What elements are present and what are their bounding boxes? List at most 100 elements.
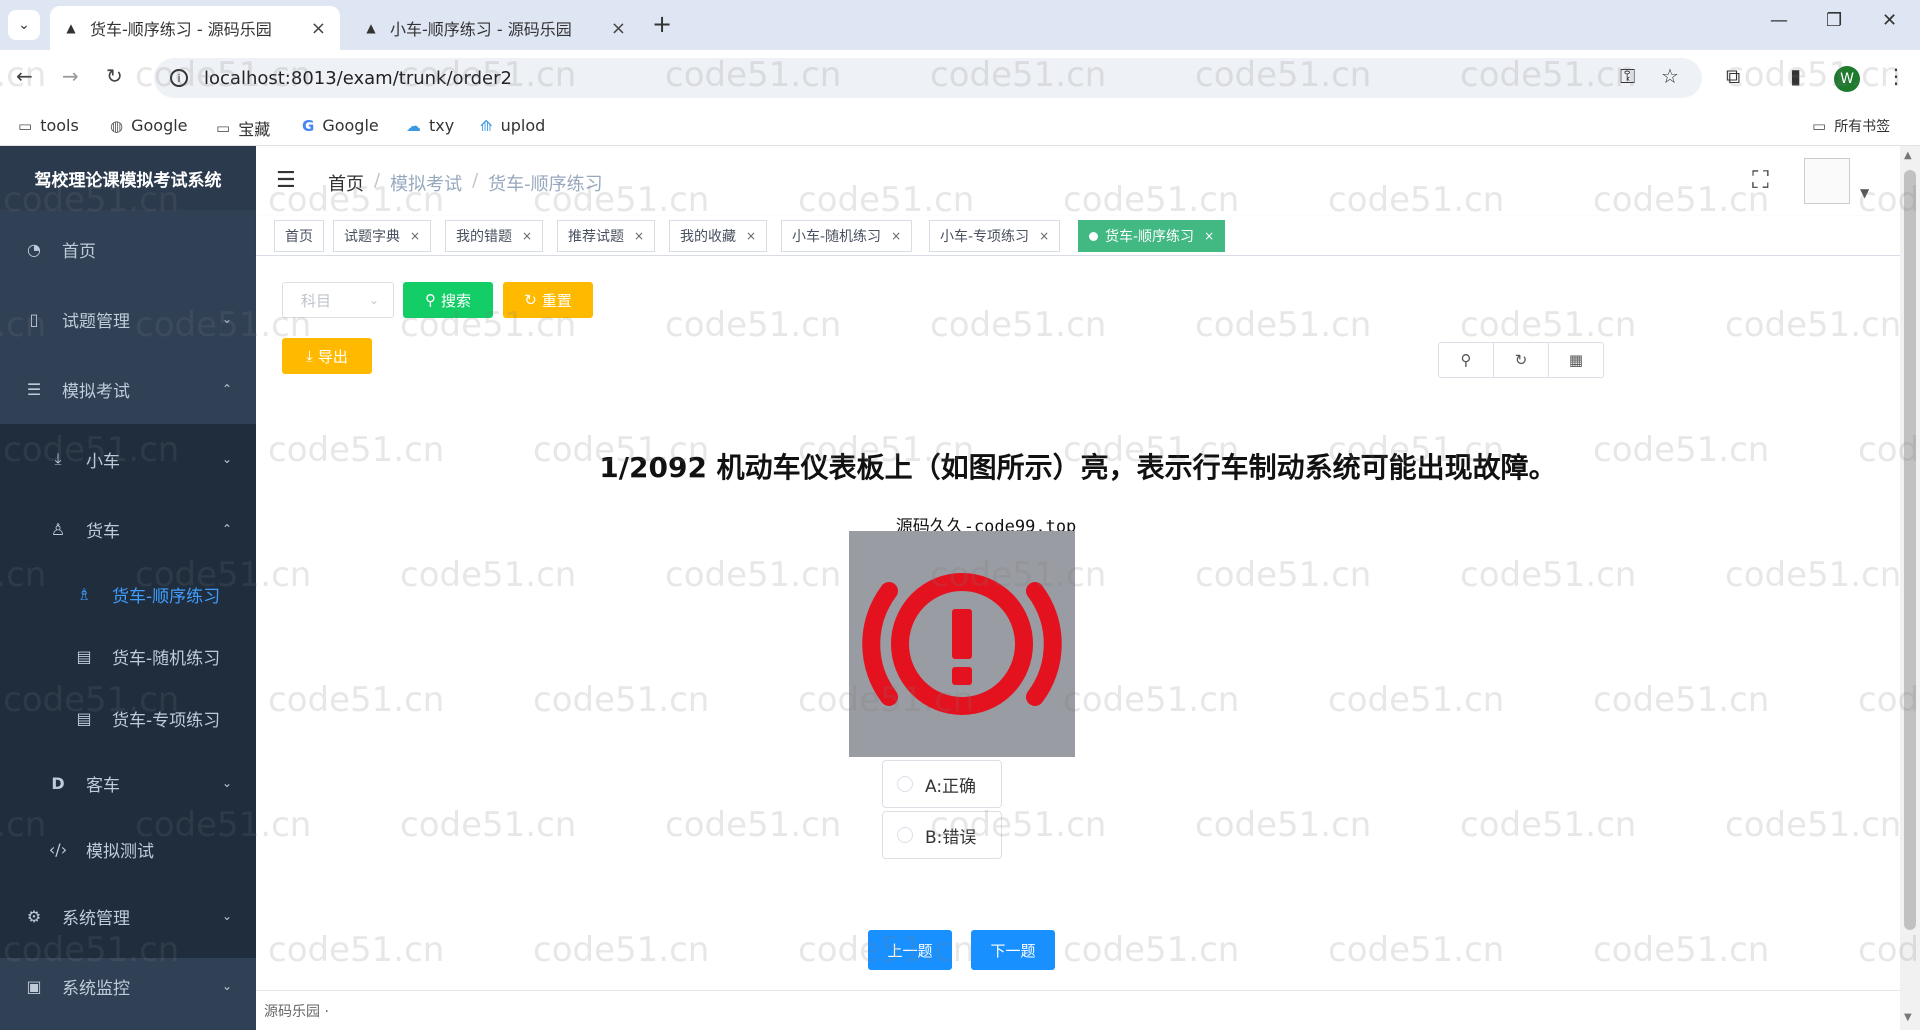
tag-label: 首页 <box>285 229 313 245</box>
tag-car-random[interactable]: 小车-随机练习 × <box>781 220 913 252</box>
close-icon[interactable]: × <box>311 18 326 39</box>
search-button[interactable]: ⚲ 搜索 <box>403 282 493 318</box>
close-icon[interactable]: × <box>522 229 532 243</box>
reset-button[interactable]: ↻ 重置 <box>503 282 593 318</box>
user-avatar[interactable] <box>1804 158 1850 204</box>
breadcrumb-home[interactable]: 首页 <box>328 170 364 196</box>
subject-select[interactable]: 科目 ⌄ <box>282 282 394 318</box>
sidebar-item-bus[interactable]: D 客车 ⌄ <box>0 755 256 811</box>
close-icon[interactable]: × <box>611 18 626 39</box>
bookmark-treasure[interactable]: ▭ 宝藏 <box>216 116 270 140</box>
restore-icon[interactable]: ❐ <box>1826 10 1842 31</box>
sidebar-item-car[interactable]: ⤓ 小车 ⌄ <box>0 431 256 487</box>
sidebar-item-mock-test[interactable]: ‹/› 模拟测试 <box>0 821 256 877</box>
sidebar-item-system-monitor[interactable]: ▣ 系统监控 ⌄ <box>0 958 256 1014</box>
star-icon[interactable]: ☆ <box>1661 64 1679 88</box>
radio-icon[interactable] <box>897 776 913 792</box>
close-icon[interactable]: × <box>634 229 644 243</box>
bookmark-uplod[interactable]: ⟰ uplod <box>480 116 545 135</box>
hamburger-icon[interactable]: ☰ <box>276 168 296 193</box>
tag-my-errors[interactable]: 我的错题 × <box>445 220 544 252</box>
sidebar-item-truck-special[interactable]: ▤ 货车-专项练习 <box>0 690 256 746</box>
window-close-icon[interactable]: ✕ <box>1882 10 1897 31</box>
page-scrollbar[interactable]: ▲ ▼ <box>1900 146 1920 1030</box>
refresh-button[interactable]: ↻ <box>1494 343 1549 377</box>
sidebar-item-question-mgmt[interactable]: ▯ 试题管理 ⌄ <box>0 291 256 347</box>
chevron-up-icon: ⌃ <box>221 382 232 396</box>
favicon-icon: ▲ <box>366 21 376 35</box>
all-bookmarks[interactable]: ▭ 所有书签 <box>1812 116 1890 136</box>
tag-recommended[interactable]: 推荐试题 × <box>557 220 656 252</box>
scroll-up-icon[interactable]: ▲ <box>1904 150 1912 161</box>
chevron-down-icon: ⌄ <box>221 452 232 466</box>
sidebar-item-truck-random[interactable]: ▤ 货车-随机练习 <box>0 628 256 684</box>
tag-car-special[interactable]: 小车-专项练习 × <box>929 220 1061 252</box>
browser-tab-active[interactable]: ▲ 货车-顺序练习 - 源码乐园 × <box>50 6 340 50</box>
reload-icon[interactable]: ↻ <box>106 64 123 88</box>
option-a[interactable]: A:正确 <box>882 760 1002 808</box>
key-icon[interactable]: ⚿ <box>1620 64 1635 88</box>
back-icon[interactable]: ← <box>16 64 33 88</box>
next-question-button[interactable]: 下一题 <box>971 930 1055 970</box>
tag-question-dict[interactable]: 试题字典 × <box>333 220 432 252</box>
radio-icon[interactable] <box>897 827 913 843</box>
sidebar-item-mock-exam[interactable]: ☰ 模拟考试 ⌃ <box>0 361 256 417</box>
search-icon: ⚲ <box>424 291 436 309</box>
tab-search-button[interactable]: ⌄ <box>8 10 40 40</box>
sidebar-item-truck[interactable]: ♙ 货车 ⌃ <box>0 501 256 557</box>
scroll-thumb[interactable] <box>1904 170 1916 930</box>
close-icon[interactable]: × <box>891 229 901 243</box>
minimize-icon[interactable]: — <box>1770 10 1788 31</box>
peoples-icon: ♗ <box>76 584 92 604</box>
grid-icon: ▦ <box>1568 351 1584 369</box>
extensions-icon[interactable]: ⧉ <box>1726 64 1740 88</box>
site-info-icon[interactable]: i <box>170 69 188 87</box>
menu-label: 货车-顺序练习 <box>112 586 221 607</box>
close-icon[interactable]: × <box>746 229 756 243</box>
question-text: 1/2092 机动车仪表板上（如图所示）亮，表示行车制动系统可能出现故障。 <box>599 451 1557 484</box>
bookmark-tools[interactable]: ▭ tools <box>18 116 79 135</box>
url-input[interactable]: i localhost:8013/exam/trunk/order2 <box>154 58 1702 98</box>
tag-home[interactable]: 首页 <box>274 220 324 252</box>
bookmark-txy[interactable]: ☁ txy <box>406 116 454 135</box>
browser-tab[interactable]: ▲ 小车-顺序练习 - 源码乐园 × <box>350 6 640 50</box>
list-icon: ☰ <box>26 379 42 399</box>
menu-label: 首页 <box>62 241 96 262</box>
forward-icon[interactable]: → <box>62 64 79 88</box>
menu-label: 货车-随机练习 <box>112 648 221 669</box>
close-icon[interactable]: × <box>410 229 420 243</box>
caret-down-icon[interactable]: ▼ <box>1860 186 1869 200</box>
url-text: localhost:8013/exam/trunk/order2 <box>204 67 512 89</box>
folder-icon: ▭ <box>216 119 231 137</box>
option-b[interactable]: B:错误 <box>882 811 1002 859</box>
menu-label: 模拟测试 <box>86 841 154 862</box>
tag-favorites[interactable]: 我的收藏 × <box>669 220 768 252</box>
top-navbar: ☰ 首页 / 模拟考试 / 货车-顺序练习 ⛶ ▼ <box>256 146 1920 216</box>
question-image <box>849 531 1075 757</box>
toggle-search-button[interactable]: ⚲ <box>1439 343 1494 377</box>
columns-button[interactable]: ▦ <box>1549 343 1603 377</box>
sidebar-item-system-mgmt[interactable]: ⚙ 系统管理 ⌄ <box>0 888 256 944</box>
breadcrumb-current: 货车-顺序练习 <box>488 174 603 195</box>
new-tab-button[interactable]: + <box>652 10 672 38</box>
prev-question-button[interactable]: 上一题 <box>868 930 952 970</box>
close-icon[interactable]: × <box>1204 229 1214 243</box>
export-button[interactable]: ⤓ 导出 <box>282 338 372 374</box>
footer-text: 源码乐园 · <box>264 1003 329 1020</box>
profile-avatar[interactable]: W <box>1834 66 1860 92</box>
sidebar-item-home[interactable]: ◔ 首页 <box>0 221 256 277</box>
bookmark-google[interactable]: ◍ Google <box>110 116 188 135</box>
profile-letter: W <box>1840 71 1854 87</box>
close-icon[interactable]: × <box>1039 229 1049 243</box>
fullscreen-icon[interactable]: ⛶ <box>1752 166 1769 194</box>
bookmark-google-2[interactable]: G Google <box>302 116 379 135</box>
more-vert-icon[interactable]: ⋮ <box>1886 64 1906 88</box>
bookmarks-bar: ▭ tools ◍ Google ▭ 宝藏 G Google ☁ txy ⟰ uplod ▭… <box>0 106 1920 146</box>
bookmark-label: Google <box>131 116 188 135</box>
scroll-down-icon[interactable]: ▼ <box>1904 1012 1912 1023</box>
tag-truck-sequential[interactable]: 货车-顺序练习 × <box>1078 220 1226 252</box>
sidepanel-icon[interactable]: ▮ <box>1790 64 1801 88</box>
bookmark-label: tools <box>40 116 79 135</box>
browser-tab-bar: ⌄ ▲ 货车-顺序练习 - 源码乐园 × ▲ 小车-顺序练习 - 源码乐园 × … <box>0 0 1920 50</box>
sidebar-item-truck-sequential[interactable]: ♗ 货车-顺序练习 <box>0 566 256 622</box>
